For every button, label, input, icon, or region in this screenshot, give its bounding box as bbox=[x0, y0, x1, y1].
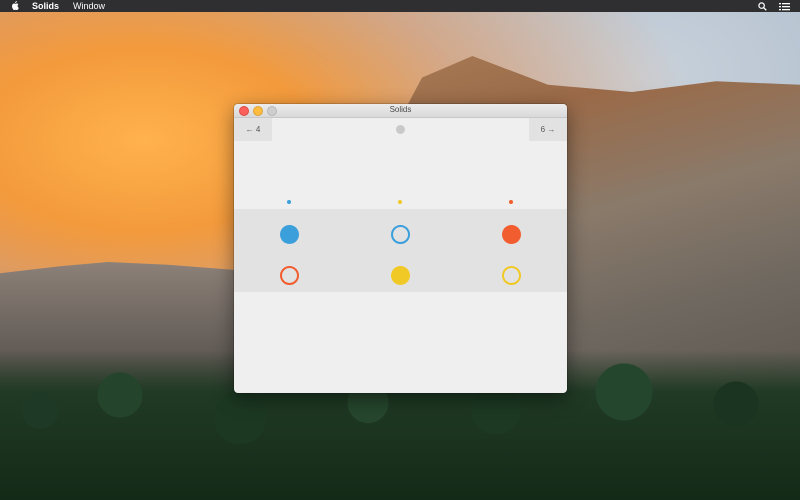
window-titlebar[interactable]: Solids bbox=[234, 104, 567, 118]
next-page-button[interactable]: 6 → bbox=[529, 118, 567, 141]
previous-page-button[interactable]: ← 4 bbox=[234, 118, 272, 141]
swatch-yellow-solid[interactable] bbox=[391, 266, 410, 285]
apple-icon[interactable] bbox=[6, 0, 24, 12]
palette-indicator-blue bbox=[287, 200, 291, 204]
solids-window: Solids ← 4 6 → bbox=[234, 104, 567, 393]
palette-indicator-orange bbox=[509, 200, 513, 204]
window-title: Solids bbox=[389, 105, 412, 114]
menu-app-name[interactable]: Solids bbox=[32, 1, 59, 11]
swatch-blue-ring[interactable] bbox=[391, 225, 410, 244]
menu-window[interactable]: Window bbox=[73, 1, 105, 11]
list-icon[interactable] bbox=[779, 2, 790, 11]
page-indicator-dot bbox=[396, 125, 405, 134]
search-icon[interactable] bbox=[758, 1, 767, 11]
swatch-orange-solid[interactable] bbox=[502, 225, 521, 244]
palette-indicator-yellow bbox=[398, 200, 402, 204]
page-navigation: ← 4 6 → bbox=[234, 118, 567, 141]
menu-bar: Solids Window bbox=[0, 0, 800, 12]
swatch-blue-solid[interactable] bbox=[280, 225, 299, 244]
swatch-orange-ring[interactable] bbox=[280, 266, 299, 285]
palette-indicators bbox=[234, 200, 567, 204]
swatch-yellow-ring[interactable] bbox=[502, 266, 521, 285]
swatch-grid bbox=[234, 209, 567, 292]
